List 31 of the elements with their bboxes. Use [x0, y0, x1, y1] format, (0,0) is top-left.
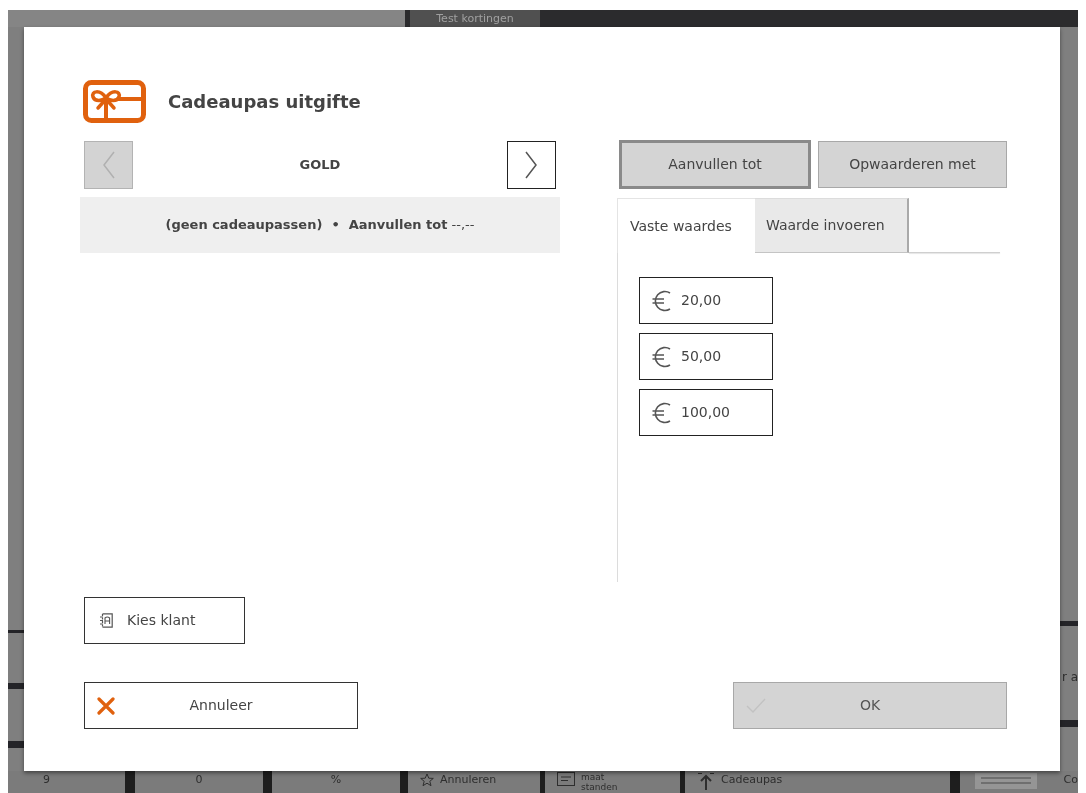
next-button[interactable] — [507, 141, 556, 189]
euro-icon — [652, 344, 671, 369]
amount-button[interactable]: 50,00 — [639, 333, 773, 380]
choose-customer-button[interactable]: Kies klant — [84, 597, 245, 644]
star-icon — [420, 773, 434, 787]
cancel-button[interactable]: Annuleer — [84, 682, 358, 729]
chevron-left-icon — [101, 151, 116, 179]
background-bar — [8, 630, 24, 633]
address-book-icon — [100, 613, 113, 628]
document-icon — [557, 772, 575, 786]
amount-button[interactable]: 100,00 — [639, 389, 773, 436]
mode-button[interactable]: Aanvullen tot — [619, 140, 811, 189]
background-bar — [1060, 720, 1078, 727]
chevron-right-icon — [524, 151, 539, 179]
dialog-title: Cadeaupas uitgifte — [168, 90, 361, 113]
amount-button[interactable]: 20,00 — [639, 277, 773, 324]
background-bar — [1060, 621, 1078, 626]
arrow-up-icon — [697, 773, 715, 791]
mode-button[interactable]: Opwaarderen met — [818, 141, 1007, 188]
tab[interactable]: Waarde invoeren — [755, 198, 909, 253]
gift-card-icon — [83, 80, 146, 123]
close-icon — [97, 696, 115, 715]
euro-icon — [652, 400, 671, 425]
summary-text: (geen cadeaupassen) • Aanvullen tot --,-- — [165, 216, 475, 235]
side-label: r a — [1062, 670, 1079, 684]
background-bar — [8, 741, 24, 748]
list-icon — [975, 773, 1037, 789]
euro-icon — [652, 288, 671, 313]
background-bar — [8, 683, 24, 689]
card-type-label: GOLD — [299, 156, 341, 175]
tab[interactable]: Vaste waardes — [617, 198, 755, 253]
